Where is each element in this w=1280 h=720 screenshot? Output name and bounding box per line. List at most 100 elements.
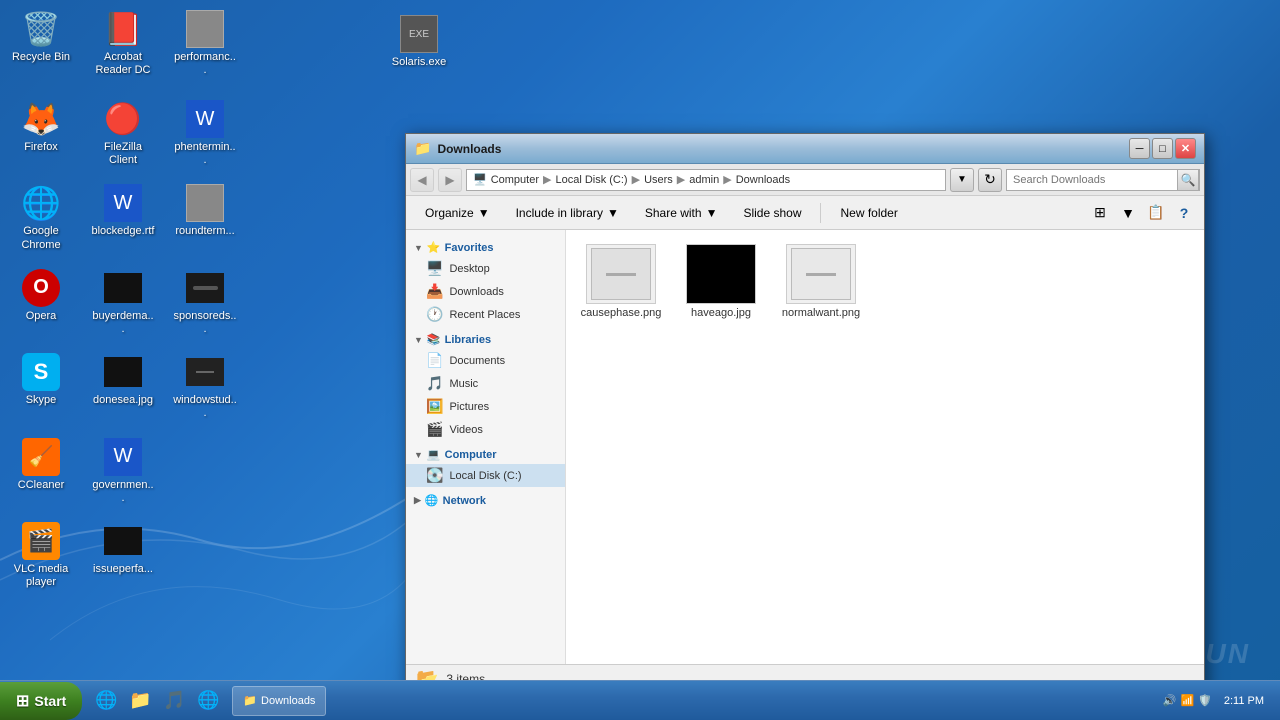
- acrobat-icon: 📕: [103, 9, 143, 49]
- buyerdema-icon: [103, 268, 143, 308]
- sidebar-item-pictures[interactable]: 🖼️ Pictures: [406, 395, 565, 418]
- sidebar-item-local-disk[interactable]: 💽 Local Disk (C:): [406, 464, 565, 487]
- path-sep3: ▶: [677, 173, 685, 186]
- desktop-icon-phentermin[interactable]: W phentermin...: [169, 95, 241, 171]
- path-downloads: Downloads: [736, 174, 790, 186]
- normalwant-thumb: [786, 244, 856, 304]
- desktop-icon-buyerdema[interactable]: buyerdema...: [87, 264, 159, 340]
- desktop-icon-skype[interactable]: S Skype: [5, 348, 77, 424]
- sidebar-item-documents[interactable]: 📄 Documents: [406, 349, 565, 372]
- governmen-icon: W: [103, 437, 143, 477]
- desktop-icon-vlc[interactable]: 🎬 VLC media player: [5, 517, 77, 593]
- roundterm-label: roundterm...: [175, 225, 234, 238]
- include-chevron: ▼: [607, 206, 619, 220]
- desktop-icon-sponsoreds[interactable]: sponsoreds...: [169, 264, 241, 340]
- organize-button[interactable]: Organize ▼: [414, 200, 501, 226]
- network-expand-icon: ▶: [414, 495, 421, 506]
- favorites-expand-icon: ▼: [414, 243, 423, 253]
- search-button[interactable]: 🔍: [1177, 169, 1199, 191]
- libraries-header[interactable]: ▼ 📚 Libraries: [406, 330, 565, 349]
- downloads-icon-sidebar: 📥: [426, 283, 443, 300]
- desktop-icon-recycle-bin[interactable]: 🗑️ Recycle Bin: [5, 5, 77, 81]
- help-button[interactable]: ?: [1172, 201, 1196, 225]
- forward-button[interactable]: ▶: [438, 168, 462, 192]
- taskbar-downloads-window[interactable]: 📁 Downloads: [232, 686, 326, 716]
- system-clock[interactable]: 2:11 PM: [1216, 693, 1272, 709]
- desktop-icon-acrobat[interactable]: 📕 Acrobat Reader DC: [87, 5, 159, 81]
- tray-network-icon[interactable]: 📶: [1180, 694, 1194, 707]
- opera-icon: O: [21, 268, 61, 308]
- slide-show-button[interactable]: Slide show: [732, 200, 812, 226]
- favorites-header[interactable]: ▼ ⭐ Favorites: [406, 238, 565, 257]
- sidebar-item-desktop[interactable]: 🖥️ Desktop: [406, 257, 565, 280]
- vlc-icon: 🎬: [21, 521, 61, 561]
- preview-button[interactable]: 📋: [1144, 201, 1168, 225]
- sidebar-item-videos[interactable]: 🎬 Videos: [406, 418, 565, 441]
- minimize-button[interactable]: ─: [1129, 138, 1150, 159]
- new-folder-button[interactable]: New folder: [829, 200, 908, 226]
- recycle-bin-icon: 🗑️: [21, 9, 61, 49]
- share-with-button[interactable]: Share with ▼: [634, 200, 729, 226]
- taskbar-mediaplayer-icon[interactable]: 🎵: [158, 685, 190, 717]
- desktop-icon-firefox[interactable]: 🦊 Firefox: [5, 95, 77, 171]
- include-in-library-button[interactable]: Include in library ▼: [505, 200, 630, 226]
- desktop-icon-ccleaner[interactable]: 🧹 CCleaner: [5, 433, 77, 509]
- acrobat-label: Acrobat Reader DC: [91, 51, 155, 77]
- network-header[interactable]: ▶ 🌐 Network: [406, 491, 565, 510]
- chrome-label: Google Chrome: [9, 225, 73, 251]
- desktop-icon-filezilla[interactable]: 🔴 FileZilla Client: [87, 95, 159, 171]
- desktop-icon-roundterm[interactable]: roundterm...: [169, 179, 241, 255]
- close-button[interactable]: ✕: [1175, 138, 1196, 159]
- ccleaner-label: CCleaner: [18, 479, 64, 492]
- view-icon-button[interactable]: ⊞: [1088, 201, 1112, 225]
- phentermin-label: phentermin...: [173, 141, 237, 167]
- desktop-icon-issueperfa[interactable]: issueperfa...: [87, 517, 159, 593]
- solaris-label: Solaris.exe: [392, 56, 446, 69]
- buyerdema-label: buyerdema...: [91, 310, 155, 336]
- taskbar-ie-icon[interactable]: 🌐: [90, 685, 122, 717]
- sidebar-item-downloads[interactable]: 📥 Downloads: [406, 280, 565, 303]
- start-orb-icon: ⊞: [16, 691, 29, 711]
- computer-header[interactable]: ▼ 💻 Computer: [406, 445, 565, 464]
- start-button[interactable]: ⊞ Start: [0, 682, 82, 720]
- desktop-icon-solaris[interactable]: EXE Solaris.exe: [383, 10, 455, 73]
- address-path[interactable]: 🖥️ Computer ▶ Local Disk (C:) ▶ Users ▶ …: [466, 169, 946, 191]
- refresh-button[interactable]: ↻: [978, 168, 1002, 192]
- desktop-icons-col1: 🗑️ Recycle Bin 📕 Acrobat Reader DC perfo…: [5, 5, 241, 89]
- path-users: Users: [644, 174, 673, 186]
- blockedge-icon: W: [103, 183, 143, 223]
- taskbar-chrome-icon[interactable]: 🌐: [192, 685, 224, 717]
- firefox-icon: 🦊: [21, 99, 61, 139]
- governmen-label: governmen...: [91, 479, 155, 505]
- view-dropdown-button[interactable]: ▼: [1116, 201, 1140, 225]
- desktop-icon-donesea[interactable]: donesea.jpg: [87, 348, 159, 424]
- file-item-causephase[interactable]: causephase.png: [576, 240, 666, 323]
- tray-volume-icon[interactable]: 🔊: [1163, 694, 1177, 707]
- libraries-icon: 📚: [427, 333, 441, 346]
- desktop-icon-chrome[interactable]: 🌐 Google Chrome: [5, 179, 77, 255]
- taskbar-explorer-icon[interactable]: 📁: [124, 685, 156, 717]
- file-item-haveago[interactable]: haveago.jpg: [676, 240, 766, 323]
- solaris-icon: EXE: [399, 14, 439, 54]
- blockedge-label: blockedge.rtf: [92, 225, 155, 238]
- share-chevron: ▼: [706, 206, 718, 220]
- tray-security-icon[interactable]: 🛡️: [1198, 694, 1212, 707]
- issueperfa-label: issueperfa...: [93, 563, 153, 576]
- filezilla-icon: 🔴: [103, 99, 143, 139]
- desktop-icon-governmen[interactable]: W governmen...: [87, 433, 159, 509]
- libraries-label: Libraries: [445, 334, 491, 346]
- documents-icon: 📄: [426, 352, 443, 369]
- sidebar-item-music[interactable]: 🎵 Music: [406, 372, 565, 395]
- back-button[interactable]: ◀: [410, 168, 434, 192]
- maximize-button[interactable]: □: [1152, 138, 1173, 159]
- local-disk-icon: 💽: [426, 467, 443, 484]
- sidebar-item-recent-places[interactable]: 🕐 Recent Places: [406, 303, 565, 326]
- desktop-icon-blockedge[interactable]: W blockedge.rtf: [87, 179, 159, 255]
- file-item-normalwant[interactable]: normalwant.png: [776, 240, 866, 323]
- desktop-icon-opera[interactable]: O Opera: [5, 264, 77, 340]
- address-dropdown-button[interactable]: ▼: [950, 168, 974, 192]
- desktop-icon-performance[interactable]: performanc...: [169, 5, 241, 81]
- skype-icon: S: [21, 352, 61, 392]
- search-input[interactable]: [1007, 174, 1177, 186]
- desktop-icon-windowstud[interactable]: windowstud...: [169, 348, 241, 424]
